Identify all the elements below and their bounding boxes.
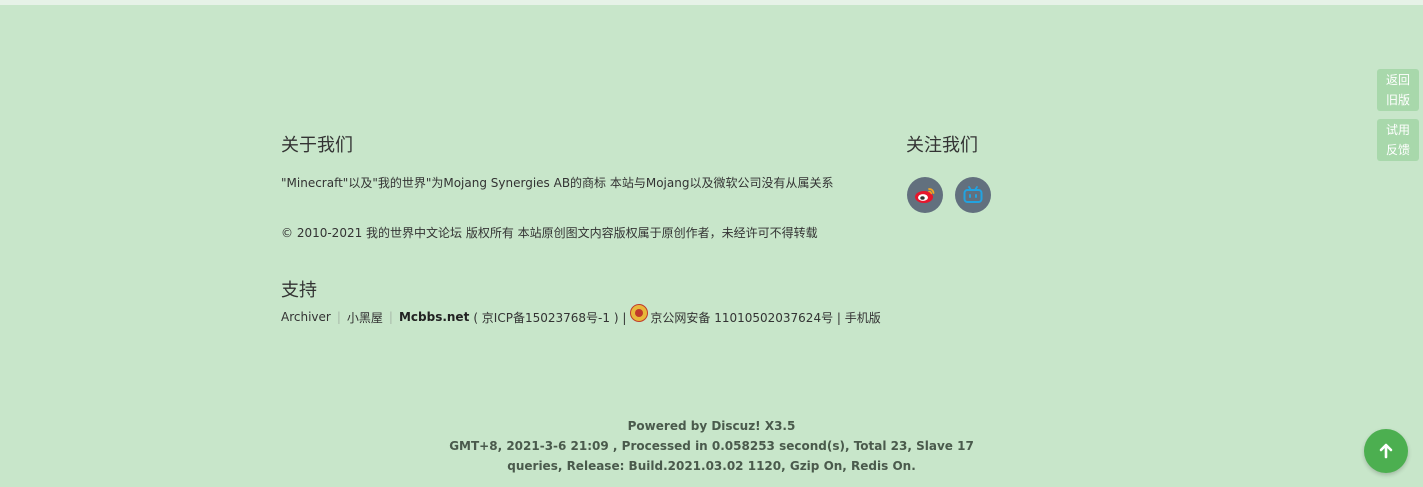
arrow-up-icon [1379,443,1393,459]
separator: | [388,310,393,324]
follow-title: 关注我们 [906,135,978,156]
back-to-top-button[interactable] [1364,429,1408,473]
bilibili-icon[interactable] [955,177,991,213]
police-record[interactable]: 京公网安备 11010502037624号 | 手机版 [650,309,880,326]
button-label: 试用 [1385,123,1410,137]
about-title: 关于我们 [281,135,353,156]
police-badge-icon [630,304,649,322]
trademark-notice: "Minecraft"以及"我的世界"为Mojang Synergies AB的… [281,176,834,190]
separator: | [336,310,341,324]
copyright-notice: © 2010-2021 我的世界中文论坛 版权所有 本站原创图文内容版权属于原创… [281,226,818,240]
button-label: 返回 [1385,73,1410,87]
powered-by-info: Powered by Discuz! X3.5 GMT+8, 2021-3-6 … [0,416,1423,476]
support-title: 支持 [281,280,317,301]
blackroom-link[interactable]: 小黑屋 [347,309,383,326]
icp-record[interactable]: ( 京ICP备15023768号-1 ) | [473,309,626,326]
archiver-link[interactable]: Archiver [281,310,331,324]
feedback-button[interactable]: 试用 反馈 [1377,119,1419,161]
release-line: queries, Release: Build.2021.03.02 1120,… [507,459,916,473]
button-label: 旧版 [1385,93,1410,107]
button-label: 反馈 [1385,143,1410,157]
return-old-version-button[interactable]: 返回 旧版 [1377,69,1419,111]
powered-line: Powered by Discuz! X3.5 [627,419,796,433]
page-footer: 关于我们 "Minecraft"以及"我的世界"为Mojang Synergie… [0,5,1423,487]
stats-line: GMT+8, 2021-3-6 21:09 , Processed in 0.0… [449,439,974,453]
site-link[interactable]: Mcbbs.net [399,310,469,324]
weibo-icon[interactable] [907,177,943,213]
support-links: Archiver | 小黑屋 | Mcbbs.net ( 京ICP备150237… [281,304,881,326]
